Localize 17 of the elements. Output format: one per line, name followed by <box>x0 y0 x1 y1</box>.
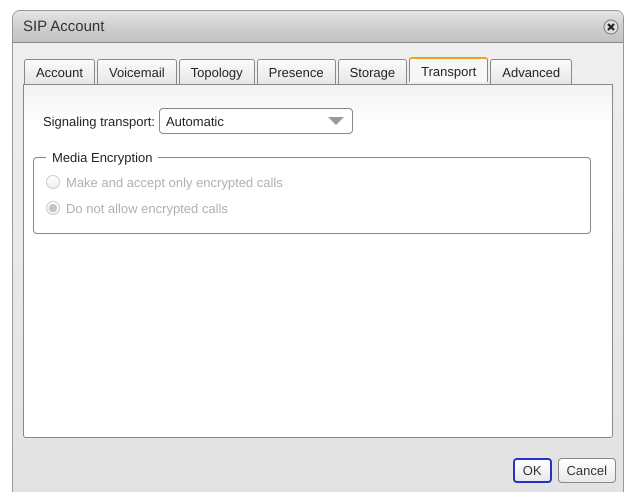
dropdown-arrow-icon <box>328 116 344 126</box>
tab[interactable]: Transport <box>409 57 488 82</box>
window-title: SIP Account <box>23 18 104 35</box>
cancel-button[interactable]: Cancel <box>558 458 616 483</box>
group-title: Media Encryption <box>51 150 154 165</box>
tab[interactable]: Voicemail <box>96 59 177 84</box>
tab[interactable]: Advanced <box>490 59 572 84</box>
tab[interactable]: Topology <box>178 59 255 84</box>
radio-label: Do not allow encrypted calls <box>66 200 228 216</box>
close-icon[interactable] <box>603 18 619 34</box>
tab[interactable]: Presence <box>256 59 336 84</box>
tab[interactable]: Storage <box>338 59 408 84</box>
field-label: Signaling transport: <box>43 114 156 128</box>
transport-dropdown[interactable]: Automatic <box>159 108 354 134</box>
radio-label: Make and accept only encrypted calls <box>66 174 283 190</box>
ok-button[interactable]: OK <box>512 458 552 483</box>
tab[interactable]: Account <box>24 59 95 84</box>
